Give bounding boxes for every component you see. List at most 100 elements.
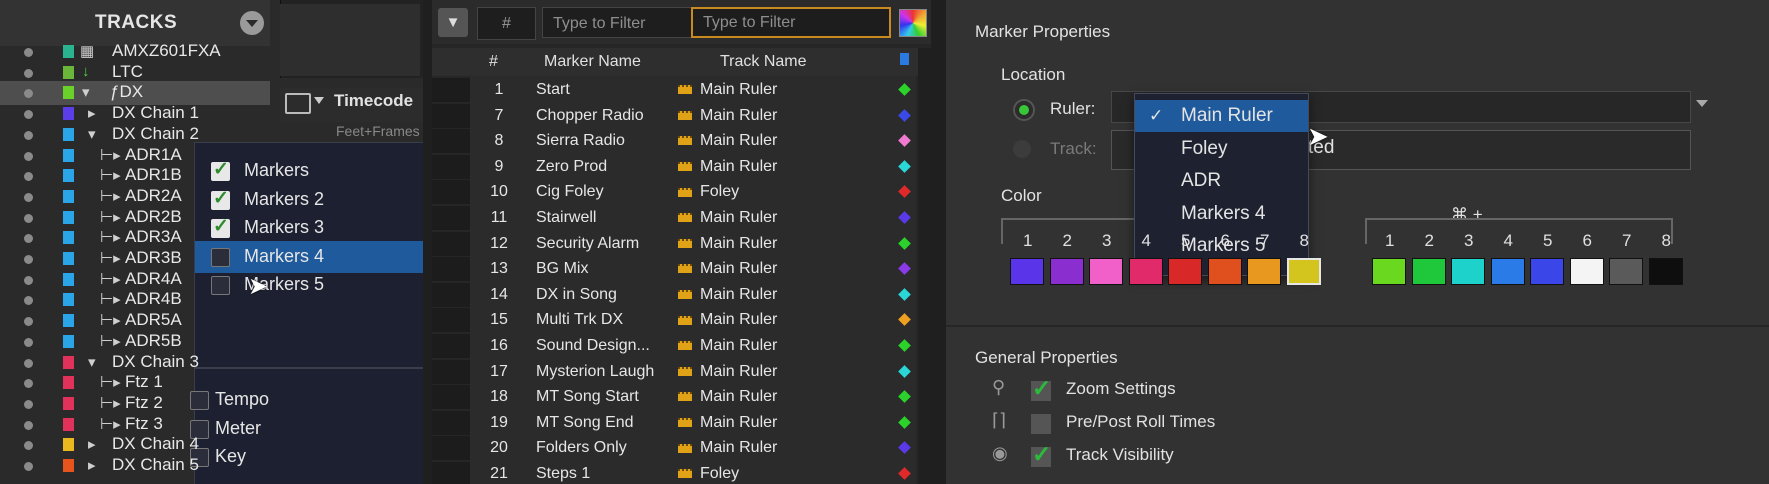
marker-row[interactable]: 13 BG Mix Main Ruler <box>432 257 931 282</box>
marker-row[interactable]: 17 Mysterion Laugh Main Ruler <box>432 359 931 385</box>
marker-number: 12 <box>490 234 508 252</box>
marker-row[interactable]: 14 DX in Song Main Ruler <box>432 282 931 308</box>
color-swatch[interactable] <box>1451 258 1485 285</box>
color-swatch[interactable] <box>1569 258 1604 285</box>
track-color-swatch <box>63 459 74 472</box>
track-visibility-dot[interactable] <box>24 172 33 182</box>
track-visibility-dot[interactable] <box>24 213 33 223</box>
track-visibility-dot[interactable] <box>24 296 33 306</box>
ruler-option[interactable]: Markers 4 <box>1135 198 1308 230</box>
marker-color-column-icon[interactable] <box>900 53 909 65</box>
track-name: ADR2A <box>125 185 182 205</box>
ruler-dropdown-arrow-icon[interactable] <box>314 97 324 104</box>
marker-row[interactable]: 15 Multi Trk DX Main Ruler <box>432 308 931 333</box>
color-filter-button[interactable] <box>899 9 927 37</box>
track-visibility-dot[interactable] <box>24 420 33 430</box>
track-visibility-dot[interactable] <box>24 68 33 78</box>
tracks-panel: TRACKS Timecode Feet+Frames MarkersMarke… <box>0 0 423 484</box>
track-filter-input[interactable]: Type to Filter <box>691 7 891 38</box>
ruler-radio-button[interactable] <box>1013 99 1035 121</box>
marker-name: Folders Only <box>536 439 627 457</box>
name-filter-input[interactable]: Type to Filter <box>542 7 697 38</box>
track-row[interactable]: ▸ DX Chain 5 <box>0 454 270 478</box>
color-swatch[interactable] <box>1648 258 1683 285</box>
track-visibility-dot[interactable] <box>24 110 33 120</box>
color-swatch[interactable] <box>1609 258 1643 285</box>
track-visibility-dot[interactable] <box>24 192 33 202</box>
color-slot-number: 6 <box>1582 231 1592 250</box>
marker-row[interactable]: 20 Folders Only Main Ruler <box>432 436 931 461</box>
marker-properties-title: Marker Properties <box>975 22 1111 41</box>
number-filter-input[interactable]: # <box>477 7 536 40</box>
track-name: ADR3A <box>125 227 182 247</box>
color-swatch[interactable] <box>1530 258 1564 285</box>
marker-row[interactable]: 19 MT Song End Main Ruler <box>432 410 931 436</box>
marker-color-diamond-icon <box>898 441 911 455</box>
ruler-label: Ruler: <box>1050 99 1096 118</box>
marker-color-diamond-icon <box>898 390 911 404</box>
general-property-checkbox[interactable] <box>1031 414 1051 434</box>
track-visibility-dot[interactable] <box>24 48 33 57</box>
color-swatch[interactable] <box>1207 258 1242 285</box>
color-swatch[interactable] <box>1372 258 1406 285</box>
ruler-option[interactable]: ✓ Main Ruler <box>1135 100 1308 132</box>
color-slot-number: 2 <box>1424 231 1434 250</box>
track-visibility-dot[interactable] <box>24 441 33 451</box>
ruler-option[interactable]: ADR <box>1135 165 1308 197</box>
marker-row[interactable]: 16 Sound Design... Main Ruler <box>432 334 931 359</box>
ruler-select-arrow-icon[interactable] <box>1696 100 1708 107</box>
ruler-icon <box>678 238 692 248</box>
color-swatch[interactable] <box>1089 258 1123 285</box>
track-visibility-dot[interactable] <box>24 234 33 244</box>
marker-color-diamond-icon <box>898 83 911 96</box>
ruler-icon <box>678 162 692 172</box>
track-visibility-dot[interactable] <box>24 379 33 389</box>
filter-menu-button[interactable]: ▼ <box>438 8 468 37</box>
track-visibility-dot[interactable] <box>24 462 33 471</box>
marker-row[interactable]: 1 Start Main Ruler <box>432 78 931 103</box>
marker-row[interactable]: 12 Security Alarm Main Ruler <box>432 231 931 257</box>
marker-row-gutter <box>432 462 470 484</box>
track-visibility-dot[interactable] <box>24 89 33 99</box>
track-visibility-dot[interactable] <box>24 399 33 409</box>
location-section-label: Location <box>1001 65 1066 84</box>
track-visibility-dot[interactable] <box>24 358 33 368</box>
marker-row[interactable]: 11 Stairwell Main Ruler <box>432 206 931 231</box>
color-slot-number: 8 <box>1661 231 1671 250</box>
ruler-icon <box>678 469 692 479</box>
color-swatch[interactable] <box>1010 258 1044 285</box>
column-track-name-header[interactable]: Track Name <box>720 53 807 71</box>
color-swatch[interactable] <box>1490 258 1525 285</box>
ruler-view-icon[interactable] <box>285 93 311 114</box>
track-visibility-dot[interactable] <box>24 255 33 264</box>
tracks-menu-button[interactable] <box>240 11 264 35</box>
track-visibility-dot[interactable] <box>24 151 33 161</box>
track-visibility-dot[interactable] <box>24 337 33 347</box>
ruler-icon <box>678 315 692 325</box>
ruler-option[interactable]: Foley <box>1135 133 1308 165</box>
marker-row[interactable]: 10 Cig Foley Foley <box>432 180 931 205</box>
color-swatch[interactable] <box>1128 258 1163 285</box>
color-swatch[interactable] <box>1286 258 1321 285</box>
column-marker-name-header[interactable]: Marker Name <box>544 53 641 71</box>
general-property-checkbox[interactable] <box>1031 375 1051 402</box>
track-color-swatch <box>63 376 74 390</box>
marker-row[interactable]: 21 Steps 1 Foley <box>432 462 931 484</box>
marker-row-gutter <box>432 103 470 128</box>
marker-row[interactable]: 9 Zero Prod Main Ruler <box>432 154 931 180</box>
color-swatch[interactable] <box>1049 258 1084 285</box>
track-visibility-dot[interactable] <box>24 275 33 285</box>
marker-row[interactable]: 7 Chopper Radio Main Ruler <box>432 103 931 129</box>
column-number-header[interactable]: # <box>489 53 498 71</box>
marker-track-name: Main Ruler <box>700 337 778 354</box>
color-swatch[interactable] <box>1247 258 1281 285</box>
track-radio-button[interactable] <box>1013 140 1031 158</box>
marker-row[interactable]: 18 MT Song Start Main Ruler <box>432 385 931 410</box>
track-visibility-dot[interactable] <box>24 130 33 140</box>
marker-track-name: Main Ruler <box>700 413 778 431</box>
color-swatch[interactable] <box>1411 258 1446 285</box>
color-swatch[interactable] <box>1168 258 1202 285</box>
track-visibility-dot[interactable] <box>24 317 33 327</box>
marker-row[interactable]: 8 Sierra Radio Main Ruler <box>432 129 931 154</box>
general-property-checkbox[interactable] <box>1031 441 1051 468</box>
